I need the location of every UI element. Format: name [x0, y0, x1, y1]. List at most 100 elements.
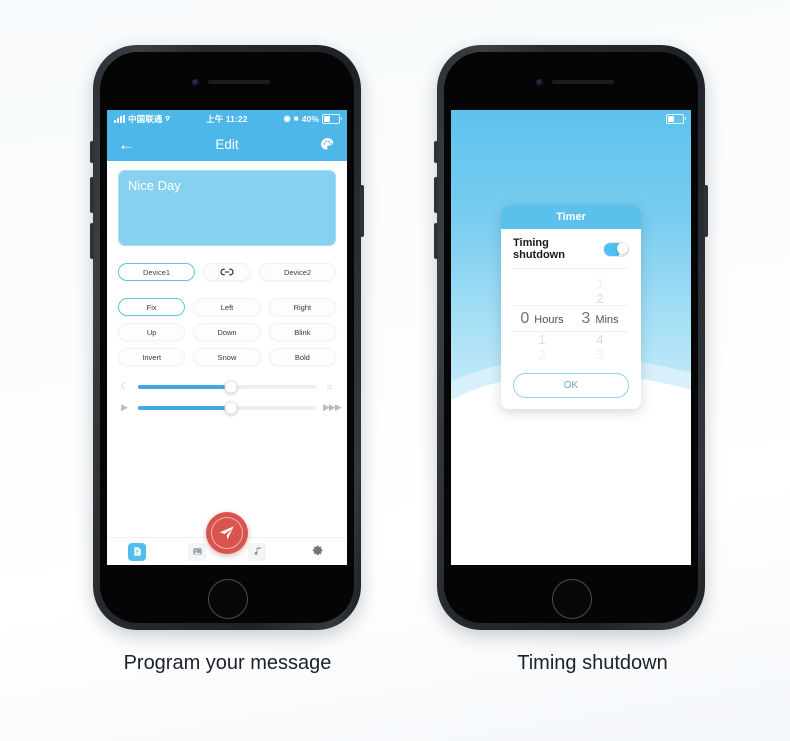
- send-paper-plane-icon: [219, 526, 234, 540]
- carrier-label: 中国联通: [128, 113, 163, 124]
- page-title: Edit: [215, 136, 239, 152]
- minutes-value: 3: [581, 309, 591, 327]
- phone-bottom-bezel: [100, 565, 354, 623]
- effect-blink-button[interactable]: Blink: [268, 323, 336, 341]
- hours-selected: 0 Hours: [520, 306, 563, 332]
- battery-percent-label: 40%: [301, 113, 319, 124]
- phone-top-bezel: [100, 52, 354, 110]
- device-2-button[interactable]: Device2: [259, 263, 336, 281]
- front-camera-icon-right: [536, 79, 543, 86]
- phone-top-bezel-right: [444, 52, 698, 110]
- caption-left: Program your message: [123, 652, 332, 674]
- send-button[interactable]: [206, 512, 248, 554]
- device-1-button[interactable]: Device1: [118, 263, 195, 281]
- duration-picker: 0 Hours 1 2 1 2 3 Mins 4 5: [513, 275, 629, 362]
- hours-ghost-below-far: 2: [538, 346, 546, 362]
- phone-screen-left: 中国联通 ▿ 上午 11:22 ◉ ■ 40% ← Edit Nice Day …: [107, 110, 347, 565]
- music-note-icon: [248, 542, 266, 561]
- dialog-title: Timer: [501, 205, 641, 229]
- status-right-group: ◉ ■ 40%: [283, 113, 342, 124]
- front-camera-icon: [192, 79, 199, 86]
- timing-shutdown-toggle[interactable]: [603, 241, 629, 257]
- minutes-picker-column[interactable]: 1 2 3 Mins 4 5: [571, 275, 629, 362]
- mute-switch[interactable]: [90, 141, 94, 163]
- effect-fix-button[interactable]: Fix: [118, 298, 186, 316]
- fast-forward-icon: ▶▶▶: [323, 402, 342, 412]
- speed-slider[interactable]: [138, 401, 316, 414]
- timing-shutdown-label: Timing shutdown: [513, 237, 565, 261]
- phone-bottom-bezel-right: [444, 565, 698, 623]
- navigation-bar: ← Edit: [107, 127, 347, 161]
- hours-picker-column[interactable]: 0 Hours 1 2: [513, 276, 571, 362]
- phone-inner-right: 中国联通 ▿ 上午 11:24 ◉ ■ 38% Timer: [444, 52, 698, 623]
- speed-slider-row: ▶ ▶▶▶: [118, 401, 342, 414]
- volume-down-button-right[interactable]: [434, 223, 438, 259]
- minutes-ghost-below-near: 4: [596, 331, 604, 347]
- hours-unit: Hours: [534, 313, 564, 326]
- page-background: 中国联通 ▿ 上午 11:22 ◉ ■ 40% ← Edit Nice Day …: [0, 0, 790, 741]
- alarm-icon: ■: [293, 114, 299, 123]
- mute-switch-right[interactable]: [434, 141, 438, 163]
- sun-icon: ☼: [325, 381, 334, 391]
- link-icon[interactable]: [203, 263, 251, 281]
- phone-inner-left: 中国联通 ▿ 上午 11:22 ◉ ■ 40% ← Edit Nice Day …: [100, 52, 354, 623]
- minutes-ghost-above-near: 2: [596, 290, 604, 306]
- gear-icon: [308, 543, 326, 561]
- hours-value: 0: [520, 309, 530, 327]
- hours-ghost-below-near: 1: [538, 331, 546, 347]
- device-selector-row: Device1 Device2: [118, 263, 336, 281]
- message-input[interactable]: Nice Day: [118, 170, 336, 246]
- minutes-selected: 3 Mins: [581, 306, 618, 332]
- timing-shutdown-row: Timing shutdown: [513, 237, 629, 269]
- text-document-icon: [128, 542, 146, 561]
- tab-text[interactable]: [107, 542, 167, 561]
- effect-bold-button[interactable]: Bold: [268, 348, 336, 366]
- ok-button[interactable]: OK: [513, 373, 629, 398]
- volume-down-button[interactable]: [90, 223, 94, 259]
- moon-icon: ☾: [120, 381, 129, 391]
- battery-icon: [666, 113, 686, 124]
- hours-ghost-above-near: [540, 291, 544, 306]
- earpiece-speaker-right: [552, 80, 614, 84]
- phone-device-left: 中国联通 ▿ 上午 11:22 ◉ ■ 40% ← Edit Nice Day …: [90, 45, 364, 630]
- caption-right: Timing shutdown: [517, 652, 668, 674]
- effect-right-button[interactable]: Right: [268, 298, 336, 316]
- dialog-body: Timing shutdown 0 Hours 1 2 1 2 3 Mins 4…: [501, 229, 641, 409]
- tab-settings[interactable]: [287, 543, 347, 561]
- edit-app: 中国联通 ▿ 上午 11:22 ◉ ■ 40% ← Edit Nice Day …: [107, 110, 347, 565]
- hours-ghost-above: [540, 276, 544, 291]
- earpiece-speaker: [208, 80, 270, 84]
- effect-invert-button[interactable]: Invert: [118, 348, 186, 366]
- phone-screen-right: 中国联通 ▿ 上午 11:24 ◉ ■ 38% Timer: [451, 110, 691, 565]
- power-button[interactable]: [360, 185, 364, 237]
- power-button-right[interactable]: [704, 185, 708, 237]
- timer-app: 中国联通 ▿ 上午 11:24 ◉ ■ 38% Timer: [451, 110, 691, 565]
- timer-dialog: Timer Timing shutdown 0 Hours 1 2 1 2 3 …: [501, 205, 641, 409]
- signal-bars-icon: [114, 114, 125, 123]
- brightness-slider[interactable]: [138, 380, 316, 393]
- edit-content: Nice Day Device1 Device2 Fix Left Right …: [107, 161, 347, 565]
- effect-down-button[interactable]: Down: [193, 323, 261, 341]
- volume-up-button-right[interactable]: [434, 177, 438, 213]
- effect-left-button[interactable]: Left: [193, 298, 261, 316]
- home-button-right[interactable]: [552, 579, 592, 619]
- color-palette-icon[interactable]: [316, 136, 336, 153]
- status-left-group: 中国联通 ▿: [114, 113, 170, 125]
- rotation-lock-icon: ◉: [283, 114, 291, 123]
- play-icon: ▶: [121, 402, 128, 412]
- battery-icon: [322, 113, 342, 124]
- home-button[interactable]: [208, 579, 248, 619]
- minutes-unit: Mins: [595, 313, 619, 326]
- effect-snow-button[interactable]: Snow: [193, 348, 261, 366]
- minutes-ghost-below-far: 5: [596, 346, 604, 362]
- minutes-ghost-above-far: 1: [596, 275, 604, 291]
- volume-up-button[interactable]: [90, 177, 94, 213]
- status-bar-left: 中国联通 ▿ 上午 11:22 ◉ ■ 40%: [107, 110, 347, 127]
- bottom-tab-bar: [107, 512, 347, 565]
- effects-grid: Fix Left Right Up Down Blink Invert Snow…: [118, 298, 336, 366]
- status-time: 上午 11:22: [206, 113, 248, 124]
- phone-device-right: 中国联通 ▿ 上午 11:24 ◉ ■ 38% Timer: [434, 45, 708, 630]
- brightness-slider-row: ☾ ☼: [118, 380, 336, 393]
- effect-up-button[interactable]: Up: [118, 323, 186, 341]
- image-icon: [188, 542, 206, 561]
